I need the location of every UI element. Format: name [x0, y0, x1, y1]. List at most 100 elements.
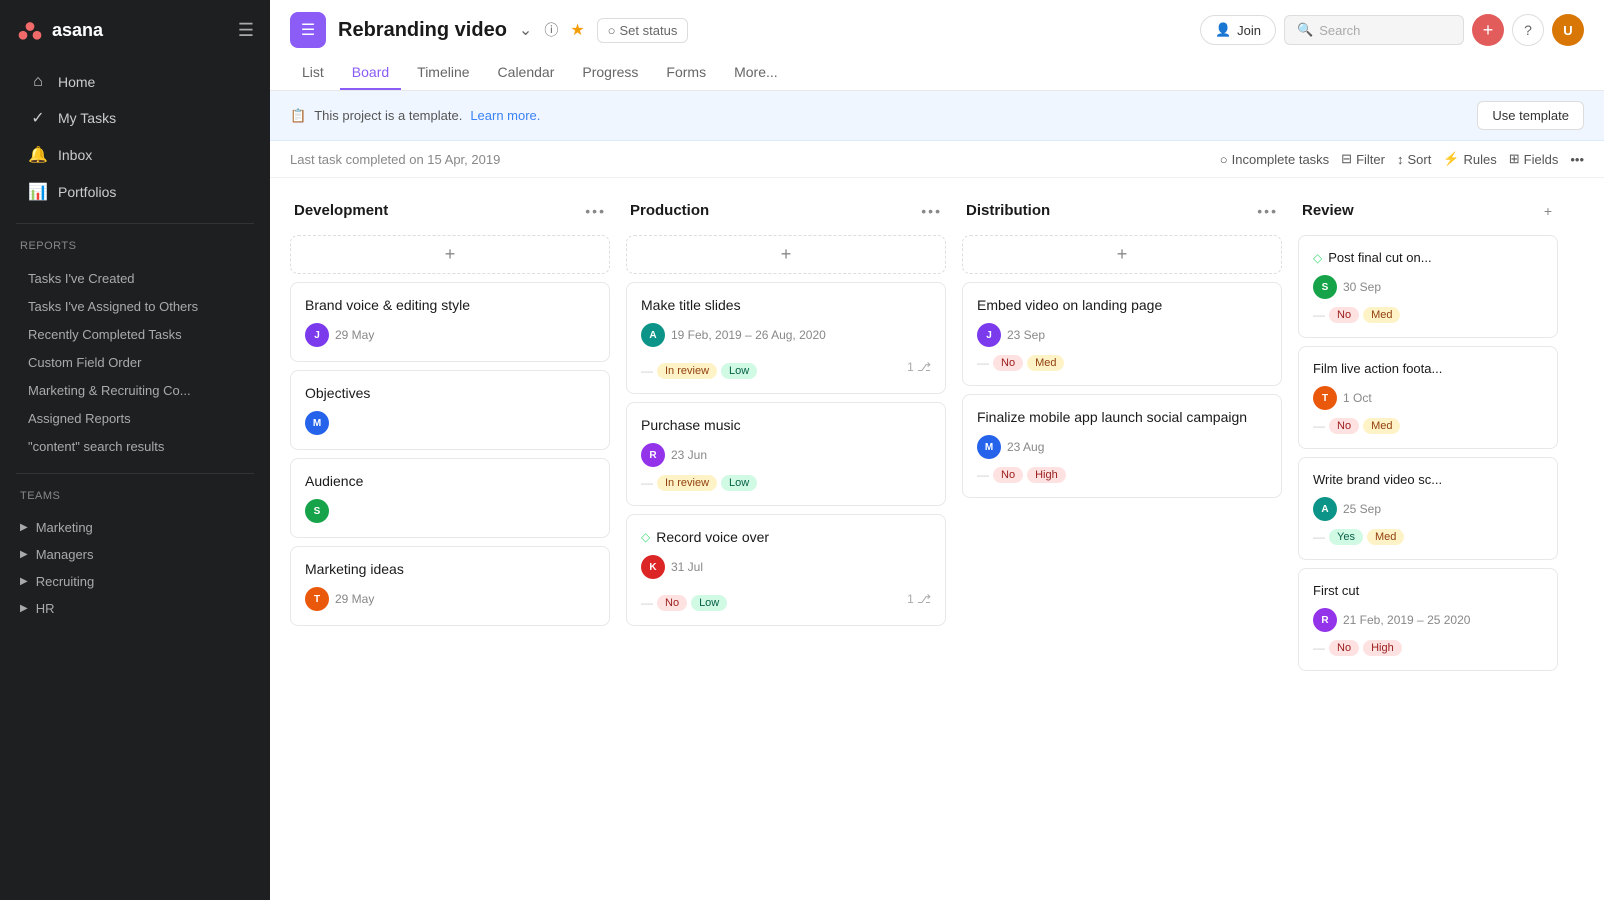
help-button[interactable]: ? — [1512, 14, 1544, 46]
sidebar-item-recently-completed[interactable]: Recently Completed Tasks — [8, 321, 262, 348]
team-item-hr[interactable]: ▶HR — [0, 595, 270, 622]
column-menu-distribution[interactable]: ••• — [1257, 203, 1278, 219]
card-finalize-mobile[interactable]: Finalize mobile app launch social campai… — [962, 394, 1282, 498]
learn-more-link[interactable]: Learn more. — [470, 108, 540, 123]
add-task-distribution[interactable]: + — [962, 235, 1282, 274]
tags: — In review Low — [641, 363, 757, 379]
header-right: 👤 Join 🔍 Search + ? U — [1200, 14, 1584, 46]
card-first-cut[interactable]: First cut R 21 Feb, 2019 – 25 2020 — No … — [1298, 568, 1558, 671]
portfolios-icon: 📊 — [28, 182, 48, 202]
sidebar-nav: ⌂ Home ✓ My Tasks 🔔 Inbox 📊 Portfolios — [0, 60, 270, 215]
card-write-brand-video[interactable]: Write brand video sc... A 25 Sep — Yes M… — [1298, 457, 1558, 560]
dash: — — [977, 468, 989, 482]
use-template-button[interactable]: Use template — [1477, 101, 1584, 130]
column-menu-production[interactable]: ••• — [921, 203, 942, 219]
tag-no: No — [1329, 418, 1359, 434]
toolbar: Last task completed on 15 Apr, 2019 ○ In… — [270, 141, 1604, 178]
tag-no: No — [993, 467, 1023, 483]
card-purchase-music[interactable]: Purchase music R 23 Jun — In review Low — [626, 402, 946, 506]
card-film-live-action[interactable]: Film live action foota... T 1 Oct — No M… — [1298, 346, 1558, 449]
sidebar-item-my-tasks[interactable]: ✓ My Tasks — [8, 100, 262, 136]
dash: — — [977, 356, 989, 370]
card-meta: R 21 Feb, 2019 – 25 2020 — [1313, 608, 1543, 632]
card-meta: J 23 Sep — [977, 323, 1267, 347]
card-title: ◇ Record voice over — [641, 529, 931, 545]
avatar: S — [305, 499, 329, 523]
dash: — — [641, 476, 653, 490]
card-marketing-ideas[interactable]: Marketing ideas T 29 May — [290, 546, 610, 626]
add-task-production[interactable]: + — [626, 235, 946, 274]
incomplete-tasks-button[interactable]: ○ Incomplete tasks — [1220, 152, 1329, 167]
chevron-down-icon[interactable]: ⌄ — [519, 20, 532, 40]
card-make-title-slides[interactable]: Make title slides A 19 Feb, 2019 – 26 Au… — [626, 282, 946, 394]
avatar: S — [1313, 275, 1337, 299]
column-menu-review[interactable]: + — [1544, 203, 1554, 219]
info-icon[interactable]: ⓘ — [544, 20, 558, 40]
card-meta: R 23 Jun — [641, 443, 931, 467]
join-button[interactable]: 👤 Join — [1200, 15, 1276, 45]
sidebar-item-assigned-reports[interactable]: Assigned Reports — [8, 405, 262, 432]
search-box[interactable]: 🔍 Search — [1284, 15, 1464, 45]
sidebar-item-marketing-recruiting[interactable]: Marketing & Recruiting Co... — [8, 377, 262, 404]
card-record-voice-over[interactable]: ◇ Record voice over K 31 Jul — No Low 1 … — [626, 514, 946, 626]
card-brand-voice[interactable]: Brand voice & editing style J 29 May — [290, 282, 610, 362]
team-item-marketing[interactable]: ▶Marketing — [0, 514, 270, 541]
join-icon: 👤 — [1215, 22, 1231, 38]
user-avatar[interactable]: U — [1552, 14, 1584, 46]
sidebar-item-content-search[interactable]: "content" search results — [8, 433, 262, 460]
header-top: ☰ Rebranding video ⌄ ⓘ ★ ○ Set status 👤 … — [290, 0, 1584, 56]
tag-no: No — [657, 595, 687, 611]
sidebar-item-custom-field[interactable]: Custom Field Order — [8, 349, 262, 376]
fields-button[interactable]: ⊞ Fields — [1509, 151, 1559, 167]
sidebar-item-home[interactable]: ⌂ Home — [8, 65, 262, 99]
add-button[interactable]: + — [1472, 14, 1504, 46]
tab-board[interactable]: Board — [340, 56, 401, 90]
asana-logo-text: asana — [52, 20, 103, 41]
status-circle-icon: ○ — [608, 23, 616, 38]
card-title: Brand voice & editing style — [305, 297, 595, 313]
tab-forms[interactable]: Forms — [654, 56, 718, 90]
set-status-button[interactable]: ○ Set status — [597, 18, 689, 43]
column-menu-development[interactable]: ••• — [585, 203, 606, 219]
sidebar-item-label: Inbox — [58, 147, 92, 163]
tab-timeline[interactable]: Timeline — [405, 56, 481, 90]
card-footer: — In review Low 1 ⎇ — [641, 355, 931, 379]
sidebar-item-tasks-assigned[interactable]: Tasks I've Assigned to Others — [8, 293, 262, 320]
tag-no: No — [1329, 640, 1359, 656]
sort-button[interactable]: ↕ Sort — [1397, 152, 1431, 167]
more-options-button[interactable]: ••• — [1570, 152, 1584, 167]
template-icon: 📋 — [290, 108, 306, 124]
tab-list[interactable]: List — [290, 56, 336, 90]
avatar: J — [977, 323, 1001, 347]
star-icon[interactable]: ★ — [570, 20, 584, 40]
tab-progress[interactable]: Progress — [570, 56, 650, 90]
tag-yes: Yes — [1329, 529, 1363, 545]
check-icon: ✓ — [28, 108, 48, 128]
card-post-final-cut[interactable]: ◇ Post final cut on... S 30 Sep — No Med — [1298, 235, 1558, 338]
avatar: T — [305, 587, 329, 611]
date-text: 30 Sep — [1343, 280, 1381, 294]
tab-calendar[interactable]: Calendar — [486, 56, 567, 90]
sidebar-item-inbox[interactable]: 🔔 Inbox — [8, 137, 262, 173]
team-item-managers[interactable]: ▶Managers — [0, 541, 270, 568]
sidebar-item-label: My Tasks — [58, 110, 116, 126]
add-task-development[interactable]: + — [290, 235, 610, 274]
sidebar-toggle-icon[interactable]: ☰ — [238, 20, 254, 41]
column-header-review: Review + — [1298, 194, 1558, 227]
card-embed-video[interactable]: Embed video on landing page J 23 Sep — N… — [962, 282, 1282, 386]
filter-icon: ⊟ — [1341, 151, 1352, 167]
date-text: 23 Sep — [1007, 328, 1045, 342]
card-audience[interactable]: Audience S — [290, 458, 610, 538]
card-meta: T 1 Oct — [1313, 386, 1543, 410]
avatar: R — [1313, 608, 1337, 632]
column-review: Review + ◇ Post final cut on... S 30 Sep… — [1298, 194, 1558, 679]
team-item-recruiting[interactable]: ▶Recruiting — [0, 568, 270, 595]
sidebar-item-label: Portfolios — [58, 184, 116, 200]
filter-button[interactable]: ⊟ Filter — [1341, 151, 1385, 167]
rules-button[interactable]: ⚡ Rules — [1443, 151, 1496, 167]
column-distribution: Distribution ••• + Embed video on landin… — [962, 194, 1282, 506]
sidebar-item-portfolios[interactable]: 📊 Portfolios — [8, 174, 262, 210]
sidebar-item-tasks-created[interactable]: Tasks I've Created — [8, 265, 262, 292]
card-objectives[interactable]: Objectives M — [290, 370, 610, 450]
tab-more[interactable]: More... — [722, 56, 790, 90]
